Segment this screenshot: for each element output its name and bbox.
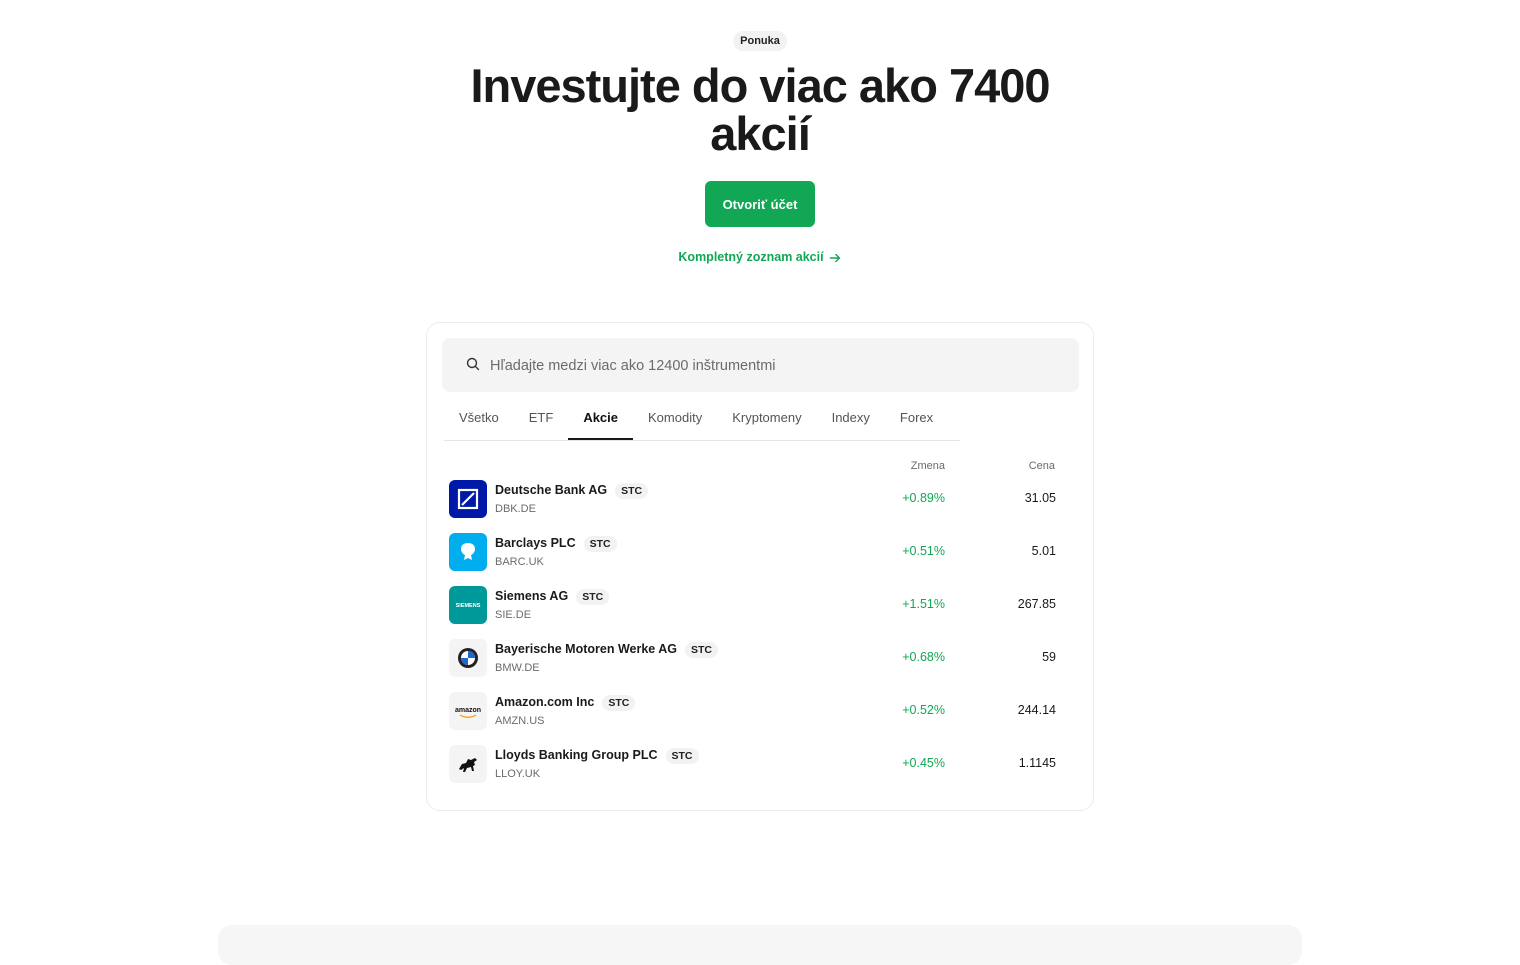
deutsche-bank-logo	[449, 480, 487, 518]
tab-všetko[interactable]: Všetko	[444, 403, 514, 439]
full-stock-list-label: Kompletný zoznam akcií	[678, 250, 824, 264]
instrument-list: Deutsche Bank AG STC DBK.DE +0.89% 31.05 Barc…	[427, 478, 1093, 796]
tab-komodity[interactable]: Komodity	[633, 403, 717, 439]
instrument-ticker: BARC.UK	[495, 556, 544, 568]
instrument-row-dbk-de[interactable]: Deutsche Bank AG STC DBK.DE +0.89% 31.05	[427, 478, 1093, 531]
instrument-ticker: DBK.DE	[495, 503, 536, 515]
tab-akcie[interactable]: Akcie	[568, 403, 634, 440]
tab-kryptomeny[interactable]: Kryptomeny	[717, 403, 816, 439]
arrow-right-icon	[829, 253, 841, 262]
instrument-change: +0.51%	[902, 544, 945, 558]
instrument-row-bmw-de[interactable]: Bayerische Motoren Werke AG STC BMW.DE +0.6…	[427, 637, 1093, 690]
instrument-ticker: SIE.DE	[495, 609, 532, 621]
svg-text:SIEMENS: SIEMENS	[456, 603, 481, 609]
siemens-logo: SIEMENS	[449, 586, 487, 624]
instrument-type-badge: STC	[685, 642, 719, 658]
instrument-name-wrap: Barclays PLC STC	[495, 536, 617, 552]
instrument-tabs: Všetko ETF Akcie Komodity Kryptomeny Indexy Fo…	[444, 403, 960, 441]
instrument-type-badge: STC	[602, 695, 636, 711]
open-account-button[interactable]: Otvoriť účet	[705, 181, 815, 227]
instrument-price: 59	[1042, 650, 1056, 664]
instrument-row-barc-uk[interactable]: Barclays PLC STC BARC.UK +0.51% 5.01	[427, 531, 1093, 584]
full-stock-list-link[interactable]: Kompletný zoznam akcií	[678, 250, 841, 264]
instrument-type-badge: STC	[583, 536, 617, 552]
tab-etf[interactable]: ETF	[514, 403, 569, 439]
instrument-price: 244.14	[1017, 703, 1056, 717]
instrument-name-wrap: Deutsche Bank AG STC	[495, 483, 649, 499]
instrument-name: Bayerische Motoren Werke AG	[495, 642, 678, 656]
page-headline: Investujte do viac ako 7400 akcií	[470, 59, 1050, 160]
offer-pill: Ponuka	[733, 31, 787, 51]
instrument-change: +0.52%	[902, 703, 945, 717]
column-header-change: Zmena	[910, 460, 945, 472]
amazon-logo: amazon	[449, 692, 487, 730]
bmw-logo	[449, 639, 487, 677]
search-icon	[466, 357, 480, 371]
instrument-row-sie-de[interactable]: SIEMENS Siemens AG STC SIE.DE +1.51% 267.85	[427, 584, 1093, 637]
instrument-browser-card: VšetkoETFAkcieKomodityKryptomenyIndexyFo…	[426, 322, 1094, 811]
instrument-name: Amazon.com Inc	[495, 695, 595, 709]
instrument-name-wrap: Lloyds Banking Group PLC STC	[495, 748, 699, 764]
instrument-name: Siemens AG	[495, 589, 569, 603]
svg-text:amazon: amazon	[455, 707, 481, 714]
column-header-price: Cena	[1028, 460, 1055, 472]
instrument-type-badge: STC	[615, 483, 649, 499]
instrument-change: +0.68%	[902, 650, 945, 664]
barclays-logo	[449, 533, 487, 571]
instrument-ticker: LLOY.UK	[495, 768, 541, 780]
tab-forex[interactable]: Forex	[885, 403, 948, 439]
instrument-price: 5.01	[1031, 544, 1056, 558]
next-section-band	[218, 925, 1302, 965]
instrument-name: Lloyds Banking Group PLC	[495, 748, 658, 762]
instrument-name: Barclays PLC	[495, 536, 576, 550]
search-box[interactable]	[442, 338, 1079, 394]
instrument-type-badge: STC	[576, 589, 610, 605]
instrument-price: 31.05	[1024, 491, 1056, 505]
instrument-ticker: BMW.DE	[495, 662, 540, 674]
instrument-change: +0.45%	[902, 756, 945, 770]
search-input[interactable]	[488, 338, 1062, 394]
instrument-name-wrap: Amazon.com Inc STC	[495, 695, 636, 711]
instrument-price: 267.85	[1017, 597, 1056, 611]
lloyds-logo	[449, 745, 487, 783]
instrument-name-wrap: Siemens AG STC	[495, 589, 610, 605]
instrument-ticker: AMZN.US	[495, 715, 545, 727]
instrument-price: 1.1145	[1018, 756, 1056, 770]
instrument-name: Deutsche Bank AG	[495, 483, 608, 497]
instrument-name-wrap: Bayerische Motoren Werke AG STC	[495, 642, 719, 658]
tab-indexy[interactable]: Indexy	[817, 403, 885, 439]
instrument-type-badge: STC	[665, 748, 699, 764]
instrument-change: +1.51%	[902, 597, 945, 611]
instrument-row-amzn-us[interactable]: amazon Amazon.com Inc STC AMZN.US +0.52% 244.…	[427, 690, 1093, 743]
instrument-row-lloy-uk[interactable]: Lloyds Banking Group PLC STC LLOY.UK +0.45%…	[427, 743, 1093, 796]
instrument-change: +0.89%	[902, 491, 945, 505]
